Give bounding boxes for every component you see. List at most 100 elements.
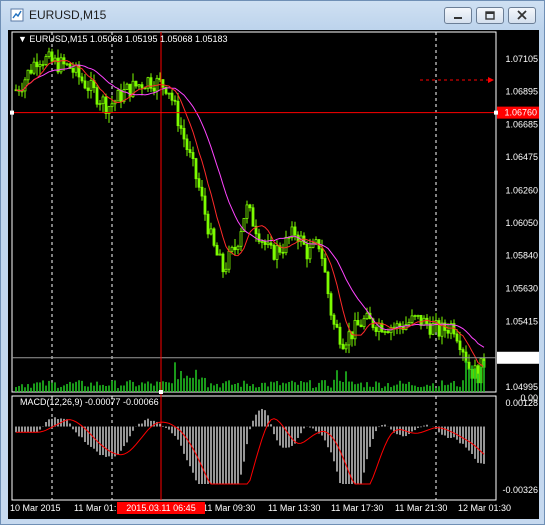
volume-bars bbox=[15, 360, 485, 392]
candle-body bbox=[50, 51, 54, 62]
candle-body bbox=[65, 63, 69, 66]
candle-body bbox=[251, 207, 255, 227]
close-button[interactable] bbox=[508, 7, 536, 24]
price-axis-label: 1.06895 bbox=[505, 87, 538, 97]
window-title: EURUSD,M15 bbox=[29, 8, 107, 22]
candle-body bbox=[176, 100, 180, 127]
candle-body bbox=[185, 138, 189, 151]
time-axis-label: 11 Mar 17:30 bbox=[331, 503, 383, 513]
candle-body bbox=[320, 248, 324, 259]
crosshair-handle-bottom bbox=[159, 390, 163, 394]
candle-body bbox=[236, 245, 240, 251]
candle-body bbox=[197, 178, 201, 188]
candle-body bbox=[26, 69, 30, 81]
candle-body bbox=[425, 317, 429, 325]
candle-body bbox=[353, 320, 357, 340]
candle-body bbox=[140, 84, 144, 89]
candle-body bbox=[206, 213, 210, 235]
chart-window: EURUSD,M15 1.07105 1.06895 1.06685 1.06475 1… bbox=[0, 0, 545, 525]
candle-body bbox=[395, 323, 399, 328]
candle-body bbox=[347, 331, 351, 346]
crosshair-handle-left bbox=[10, 110, 14, 115]
candle-body bbox=[245, 204, 249, 219]
candle-body bbox=[215, 244, 219, 256]
minimize-button[interactable] bbox=[444, 7, 472, 24]
candle-body bbox=[194, 158, 198, 180]
candle-body bbox=[335, 323, 339, 328]
candle-body bbox=[272, 244, 276, 260]
candle-body bbox=[116, 89, 120, 102]
macd-histogram bbox=[15, 408, 485, 485]
candle-body bbox=[35, 61, 39, 68]
indicator-level-label: -0.00326 bbox=[502, 485, 538, 495]
candle-body bbox=[209, 228, 213, 235]
candle-body bbox=[44, 56, 48, 65]
candle-body bbox=[32, 61, 36, 74]
candle-body bbox=[173, 99, 177, 102]
candle-body bbox=[407, 322, 411, 325]
close-icon bbox=[517, 10, 527, 20]
candle-body bbox=[41, 64, 45, 66]
candle-body bbox=[275, 245, 279, 260]
candle-body bbox=[326, 271, 330, 295]
candle-body bbox=[455, 333, 459, 342]
candle-body bbox=[467, 361, 471, 370]
chart-canvas[interactable]: 1.07105 1.06895 1.06685 1.06475 1.06260 1.060… bbox=[8, 30, 539, 519]
candle-body bbox=[98, 103, 102, 106]
candle-body bbox=[260, 241, 264, 243]
candle-body bbox=[386, 331, 390, 334]
candle-body bbox=[179, 125, 183, 129]
candle-body bbox=[281, 251, 285, 254]
candle-body bbox=[413, 315, 417, 317]
crosshair-time-label: 2015.03.11 06:45 bbox=[126, 503, 195, 513]
candle-body bbox=[38, 64, 42, 68]
time-axis-label: 11 Mar 13:30 bbox=[268, 503, 320, 513]
candle-body bbox=[224, 268, 228, 273]
time-axis-label: 12 Mar 01:30 bbox=[458, 503, 511, 513]
candle-body bbox=[161, 79, 165, 88]
candle-body bbox=[86, 87, 90, 91]
candle-body bbox=[437, 320, 441, 337]
candle-body bbox=[266, 242, 270, 245]
candle-body bbox=[188, 149, 192, 153]
candle-body bbox=[263, 241, 267, 245]
candle-body bbox=[125, 83, 129, 91]
candle-body bbox=[29, 69, 33, 74]
candle-body bbox=[341, 343, 345, 350]
candle-body bbox=[170, 92, 174, 101]
candle-body bbox=[230, 246, 234, 252]
candle-body bbox=[152, 87, 156, 92]
candle-body bbox=[269, 242, 273, 246]
candle-body bbox=[203, 195, 207, 215]
candle-body bbox=[83, 80, 87, 89]
candle-body bbox=[110, 103, 114, 108]
candle-body bbox=[227, 250, 231, 270]
price-chart[interactable]: 1.07105 1.06895 1.06685 1.06475 1.06260 1.060… bbox=[8, 30, 539, 519]
price-axis-label: 1.06050 bbox=[505, 218, 538, 228]
candle-body bbox=[332, 314, 336, 325]
indicator-level-label: 0.00128 bbox=[505, 398, 538, 408]
candle-body bbox=[101, 96, 105, 105]
current-price-label: 1.05183 bbox=[504, 353, 537, 363]
candle-body bbox=[95, 87, 99, 105]
candle-body bbox=[47, 51, 51, 57]
candle-body bbox=[167, 92, 171, 95]
indicator-info: MACD(12,26,9) -0.00077 -0.00066 bbox=[20, 397, 159, 407]
candle-body bbox=[461, 349, 465, 353]
candle-body bbox=[248, 204, 252, 209]
candle-body bbox=[104, 96, 108, 114]
candle-body bbox=[218, 253, 222, 256]
price-axis-label: 1.06475 bbox=[505, 152, 538, 162]
restore-button[interactable] bbox=[476, 7, 504, 24]
restore-icon bbox=[485, 11, 495, 20]
candle-body bbox=[344, 344, 348, 350]
candle-body bbox=[239, 231, 243, 247]
candle-body bbox=[359, 324, 363, 328]
price-axis-label: 1.06260 bbox=[505, 185, 538, 195]
candle-body bbox=[446, 330, 450, 334]
price-axis-label: 1.06685 bbox=[505, 119, 538, 129]
crosshair-handle-right bbox=[494, 110, 498, 115]
title-bar[interactable]: EURUSD,M15 bbox=[1, 1, 544, 30]
price-axis-label: 1.04995 bbox=[505, 382, 538, 392]
candle-body bbox=[200, 186, 204, 197]
